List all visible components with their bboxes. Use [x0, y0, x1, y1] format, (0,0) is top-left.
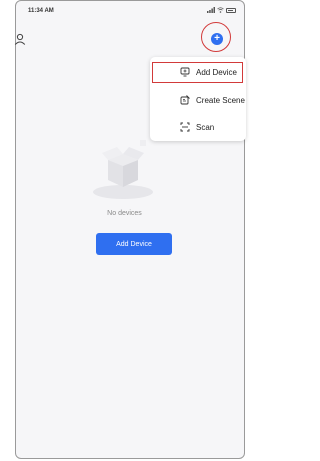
user-icon[interactable] [14, 33, 26, 45]
battery-icon [226, 7, 236, 13]
menu-item-label: Create Scene [196, 95, 245, 105]
status-bar: 11:34 AM [16, 1, 244, 23]
add-device-button[interactable]: Add Device [96, 233, 172, 255]
empty-box-illustration [93, 140, 153, 199]
create-scene-icon [180, 95, 190, 105]
status-icons [207, 7, 236, 13]
menu-item-label: Scan [196, 122, 215, 132]
scan-icon [180, 122, 190, 132]
add-button[interactable]: + [211, 33, 223, 45]
menu-item-highlight [152, 62, 243, 83]
menu-item-scan[interactable]: Scan [150, 115, 246, 139]
empty-state-message: No devices [107, 210, 142, 217]
signal-icon [207, 7, 215, 13]
wifi-icon [217, 7, 224, 13]
menu-item-create-scene[interactable]: Create Scene [150, 88, 246, 112]
status-time: 11:34 AM [28, 8, 54, 14]
